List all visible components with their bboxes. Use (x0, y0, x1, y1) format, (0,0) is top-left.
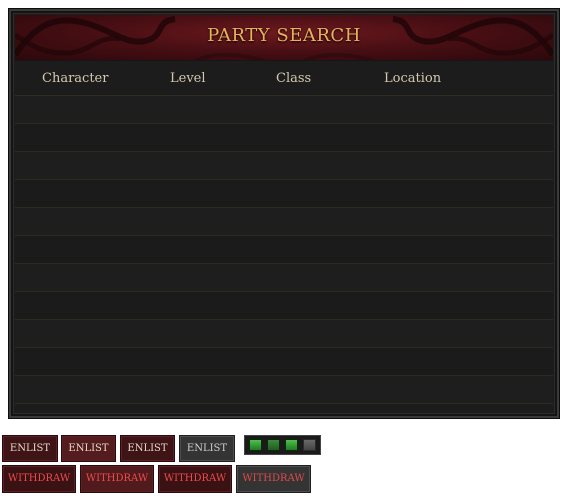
table-body (15, 96, 553, 404)
column-header-level[interactable]: Level (170, 71, 206, 86)
withdraw-button-normal[interactable]: WITHDRAW (2, 465, 76, 493)
table-row[interactable] (15, 348, 553, 376)
table-row[interactable] (15, 236, 553, 264)
table-row[interactable] (15, 320, 553, 348)
title-bar: PARTY SEARCH (15, 15, 553, 61)
status-light-1 (249, 439, 262, 451)
enlist-button-pressed[interactable]: ENLIST (120, 435, 175, 462)
status-light-4 (303, 439, 316, 451)
status-light-3 (285, 439, 298, 451)
status-light-2 (267, 439, 280, 451)
table-header: Character Level Class Location (15, 62, 553, 96)
withdraw-button-hover[interactable]: WITHDRAW (80, 465, 154, 493)
withdraw-button-disabled[interactable]: WITHDRAW (236, 465, 311, 493)
status-indicator-strip (244, 435, 321, 455)
party-search-panel: PARTY SEARCH Character Level Class Locat… (9, 9, 559, 418)
table-row[interactable] (15, 124, 553, 152)
table-row[interactable] (15, 264, 553, 292)
enlist-button-hover[interactable]: ENLIST (61, 435, 116, 462)
table-row[interactable] (15, 376, 553, 404)
enlist-button-normal[interactable]: ENLIST (2, 435, 58, 462)
withdraw-button-pressed[interactable]: WITHDRAW (158, 465, 232, 493)
table-row[interactable] (15, 292, 553, 320)
column-header-class[interactable]: Class (276, 71, 311, 86)
panel-title: PARTY SEARCH (207, 25, 361, 46)
column-header-character[interactable]: Character (42, 71, 108, 86)
party-table: Character Level Class Location (15, 62, 553, 404)
table-row[interactable] (15, 180, 553, 208)
enlist-button-disabled[interactable]: ENLIST (179, 435, 235, 462)
table-row[interactable] (15, 152, 553, 180)
table-row[interactable] (15, 208, 553, 236)
table-row[interactable] (15, 96, 553, 124)
column-header-location[interactable]: Location (384, 71, 441, 86)
